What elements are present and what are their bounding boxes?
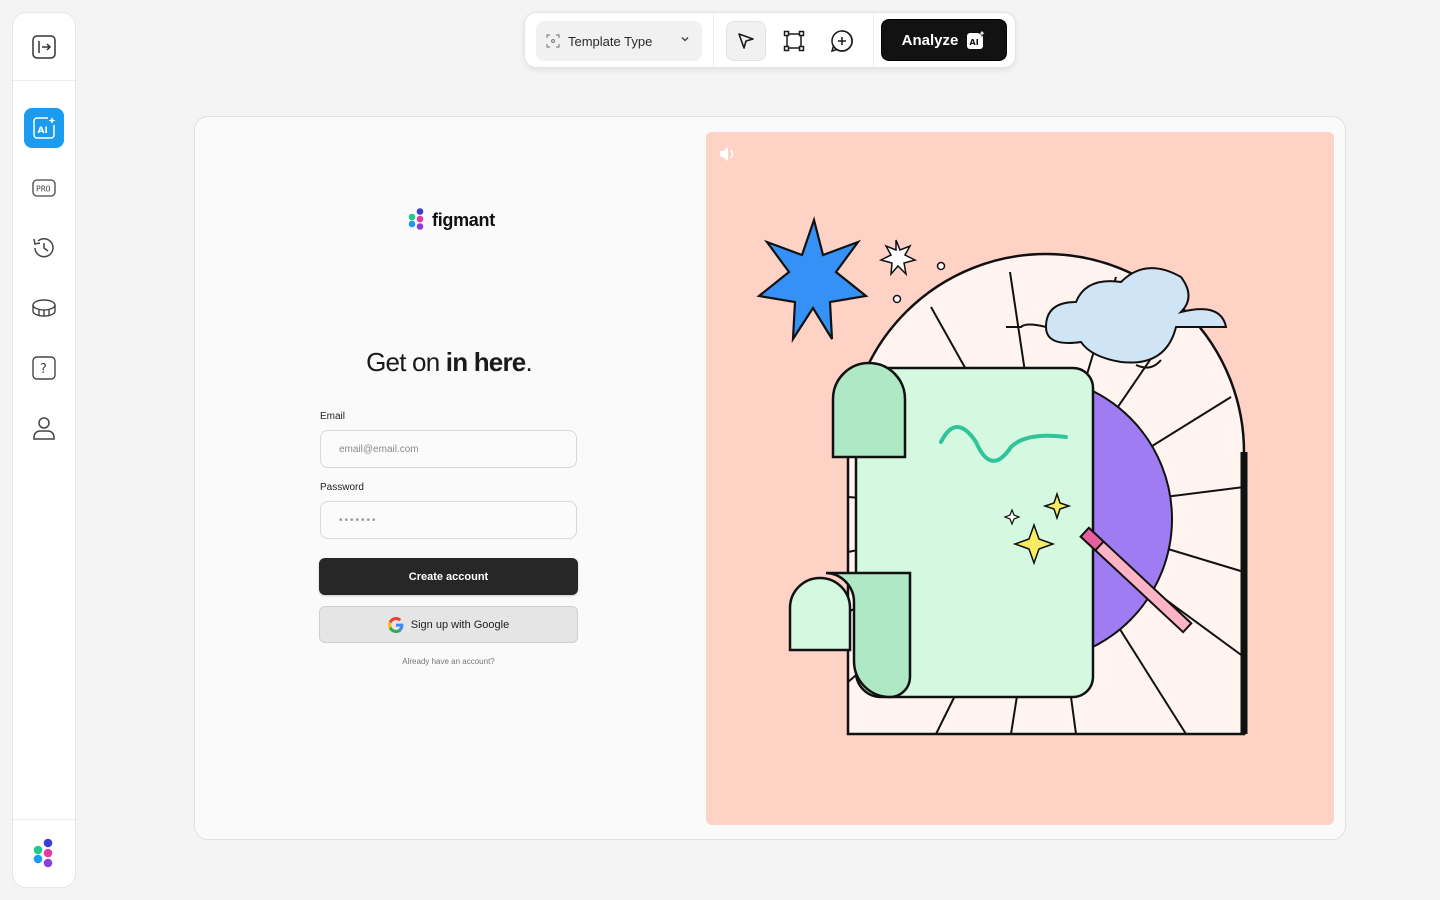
password-label: Password [320, 482, 364, 493]
sidebar-item-history[interactable] [24, 228, 64, 268]
left-sidebar: AI PRO ? [12, 12, 76, 888]
select-tool-button[interactable] [726, 21, 766, 61]
illustration-panel [706, 132, 1334, 825]
title-period: . [525, 347, 532, 377]
svg-text:PRO: PRO [36, 185, 51, 194]
svg-text:?: ? [40, 362, 47, 377]
login-link[interactable]: Already have an account? [319, 657, 578, 666]
top-toolbar: Template Type Analyze AI [524, 12, 1016, 68]
comment-add-icon [830, 30, 853, 53]
help-icon: ? [32, 356, 56, 380]
toolbar-divider [873, 13, 874, 67]
scroll-illustration [756, 216, 1248, 736]
create-account-label: Create account [408, 570, 489, 583]
sidebar-toggle-icon [32, 35, 56, 59]
template-type-select[interactable]: Template Type [536, 21, 702, 61]
create-account-button[interactable]: Create account [319, 558, 578, 595]
analyze-button[interactable]: Analyze AI [881, 19, 1007, 61]
figmant-logo-icon [408, 208, 424, 230]
sidebar-item-credits[interactable] [24, 288, 64, 328]
coins-icon [32, 299, 56, 317]
sidebar-footer [13, 819, 75, 887]
email-field[interactable]: email@email.com [320, 430, 577, 468]
design-preview-card: figmant Get on in here. Email email@emai… [194, 116, 1346, 840]
frame-tool-button[interactable] [774, 21, 814, 61]
chevron-down-icon [681, 37, 689, 42]
sidebar-item-pro[interactable]: PRO [24, 168, 64, 208]
pro-badge-icon: PRO [32, 179, 56, 197]
brand-name: figmant [432, 209, 495, 230]
page-title: Get on in here. [319, 347, 579, 378]
password-field[interactable]: ••••••• [320, 501, 577, 539]
email-placeholder: email@email.com [339, 443, 419, 455]
template-type-label: Template Type [568, 33, 653, 49]
ai-sparkle-icon: AI [967, 30, 987, 49]
frame-icon [783, 30, 805, 52]
user-icon [33, 417, 55, 440]
ai-icon: AI [33, 117, 56, 139]
cursor-icon [738, 33, 754, 49]
toolbar-divider [713, 13, 714, 67]
svg-text:AI: AI [38, 126, 48, 136]
svg-text:AI: AI [970, 38, 979, 47]
google-signup-button[interactable]: Sign up with Google [319, 606, 578, 643]
sidebar-header [13, 13, 75, 81]
sound-icon[interactable] [718, 146, 738, 162]
sidebar-toggle-button[interactable] [24, 27, 64, 67]
history-icon [33, 237, 54, 258]
title-bold: in here [445, 347, 526, 377]
google-icon [387, 616, 404, 633]
add-comment-button[interactable] [822, 21, 862, 61]
google-signup-label: Sign up with Google [410, 618, 510, 631]
scan-icon [546, 34, 560, 48]
password-mask: ••••••• [339, 514, 378, 526]
email-label: Email [320, 411, 346, 422]
sidebar-item-ai[interactable]: AI [24, 108, 64, 148]
figmant-logo-icon[interactable] [32, 837, 56, 871]
brand-logo: figmant [408, 207, 495, 233]
sidebar-item-help[interactable]: ? [24, 348, 64, 388]
sidebar-item-profile[interactable] [24, 408, 64, 448]
title-light: Get on [366, 347, 446, 377]
analyze-label: Analyze [901, 31, 959, 49]
